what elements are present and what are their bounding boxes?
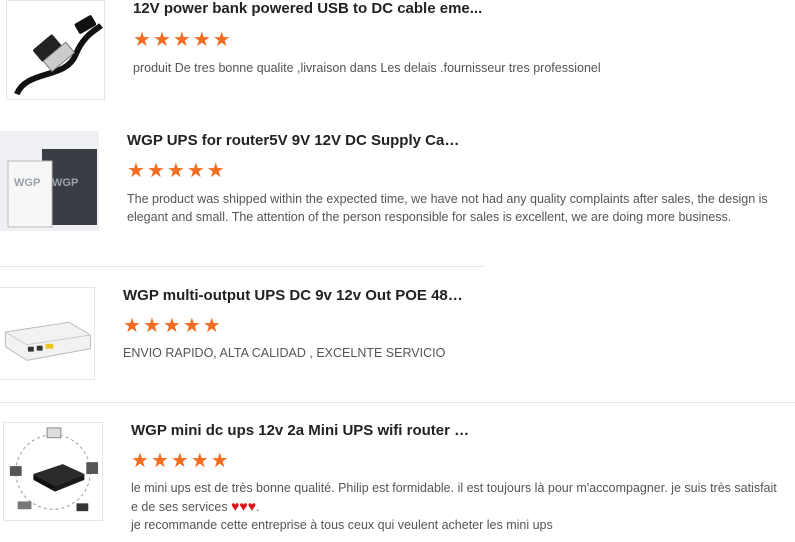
star-icon: ★: [190, 450, 209, 472]
review-text-line: le mini ups est de très bonne qualité. P…: [131, 481, 777, 514]
review-text: The product was shipped within the expec…: [127, 192, 768, 224]
star-icon: ★: [172, 29, 191, 51]
star-icon: ★: [150, 450, 169, 472]
review-text: produit De tres bonne qualite ,livraison…: [133, 61, 601, 75]
star-icon: ★: [127, 160, 145, 182]
star-rating: ★ ★ ★ ★ ★: [123, 316, 221, 336]
star-icon: ★: [210, 450, 229, 472]
star-icon: ★: [182, 315, 201, 337]
review-text-punctuation: .: [256, 500, 260, 514]
star-icon: ★: [146, 160, 165, 182]
wgp-logo-text: WGP: [52, 177, 78, 189]
star-icon: ★: [206, 160, 225, 182]
heart-icon: ♥♥♥: [231, 498, 256, 514]
multi-output-ups-image: [4, 321, 92, 361]
star-rating: ★ ★ ★ ★ ★: [131, 451, 229, 471]
wgp-ups-product-image: WGP WGP: [0, 131, 99, 231]
star-icon: ★: [131, 450, 149, 472]
star-icon: ★: [202, 315, 221, 337]
star-icon: ★: [170, 450, 189, 472]
product-thumbnail[interactable]: [0, 287, 95, 380]
star-icon: ★: [133, 29, 151, 51]
usb-dc-cable-image: [14, 15, 103, 96]
star-rating: ★ ★ ★ ★ ★: [133, 30, 231, 50]
product-title[interactable]: 12V power bank powered USB to DC cable e…: [133, 0, 493, 17]
star-icon: ★: [123, 315, 141, 337]
star-icon: ★: [142, 315, 161, 337]
review-text: le mini ups est de très bonne qualité. P…: [131, 479, 781, 534]
star-icon: ★: [162, 315, 181, 337]
product-thumbnail[interactable]: WGP WGP: [0, 131, 99, 231]
wgp-logo-text: WGP: [14, 177, 40, 189]
star-icon: ★: [152, 29, 171, 51]
star-icon: ★: [212, 29, 231, 51]
product-title[interactable]: WGP mini dc ups 12v 2a Mini UPS wifi rou…: [131, 422, 476, 439]
review-text-line: je recommande cette entreprise à tous ce…: [131, 518, 553, 532]
mini-ups-diagram-image: [9, 427, 99, 512]
product-thumbnail[interactable]: [3, 422, 103, 521]
product-title[interactable]: WGP multi-output UPS DC 9v 12v Out POE 4…: [123, 287, 468, 304]
star-icon: ★: [192, 29, 211, 51]
product-thumbnail[interactable]: [6, 0, 105, 100]
divider: [0, 402, 795, 403]
product-title[interactable]: WGP UPS for router5V 9V 12V DC Supply Ca…: [127, 132, 467, 149]
review-text: ENVIO RAPIDO, ALTA CALIDAD , EXCELNTE SE…: [123, 346, 446, 360]
divider: [0, 266, 483, 267]
star-rating: ★ ★ ★ ★ ★: [127, 161, 225, 181]
star-icon: ★: [186, 160, 205, 182]
star-icon: ★: [166, 160, 185, 182]
